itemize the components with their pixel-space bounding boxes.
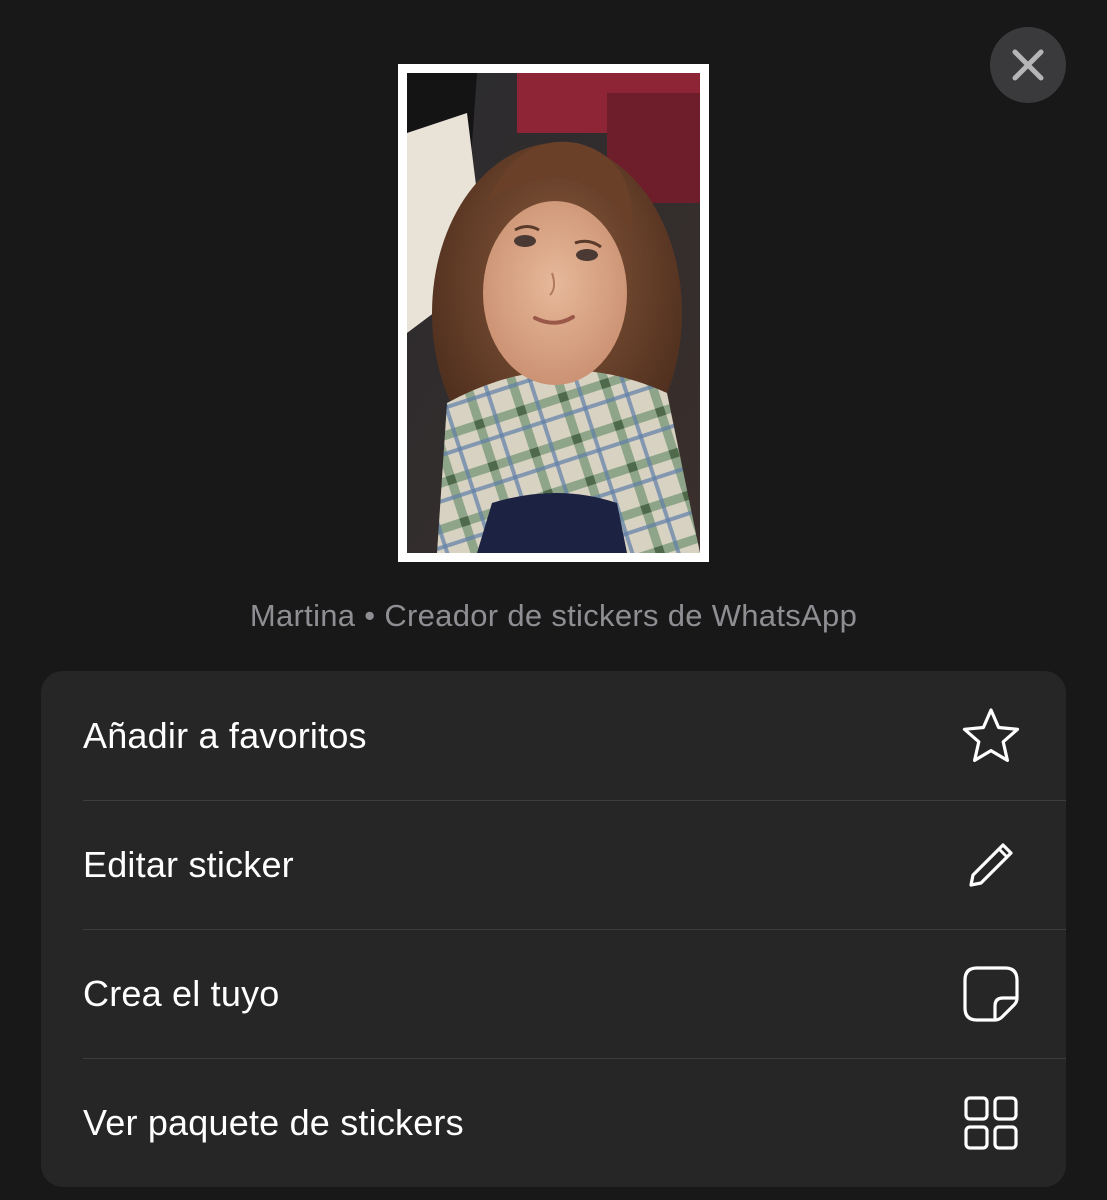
menu-item-edit-sticker[interactable]: Editar sticker (41, 800, 1066, 929)
menu-item-add-favorites[interactable]: Añadir a favoritos (41, 671, 1066, 800)
menu-item-create-yours[interactable]: Crea el tuyo (41, 929, 1066, 1058)
sticker-options-sheet: Martina • Creador de stickers de WhatsAp… (0, 0, 1107, 1200)
sticker-caption: Martina • Creador de stickers de WhatsAp… (249, 598, 858, 633)
grid-icon (960, 1092, 1022, 1154)
star-icon (960, 705, 1022, 767)
close-button[interactable] (990, 27, 1066, 103)
menu-item-label: Añadir a favoritos (83, 714, 367, 756)
menu-item-label: Editar sticker (83, 843, 294, 885)
pencil-icon (960, 834, 1022, 896)
close-icon (1012, 49, 1044, 81)
menu-item-label: Crea el tuyo (83, 972, 280, 1014)
sticker-actions-menu: Añadir a favoritos Editar sticker Crea e… (41, 671, 1066, 1187)
sticker-photo (407, 73, 700, 553)
sticker-icon (960, 963, 1022, 1025)
menu-item-label: Ver paquete de stickers (83, 1101, 464, 1143)
sticker-preview (398, 64, 709, 562)
menu-item-view-pack[interactable]: Ver paquete de stickers (41, 1058, 1066, 1187)
